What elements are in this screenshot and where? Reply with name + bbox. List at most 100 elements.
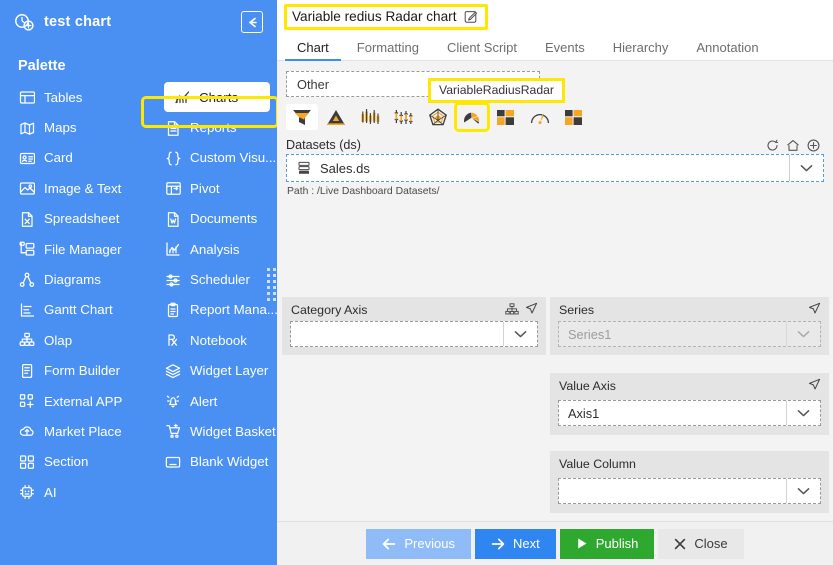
palette-item-gantt-chart[interactable]: Gantt Chart xyxy=(18,295,164,325)
tab-client-script[interactable]: Client Script xyxy=(447,40,517,60)
palette-item-section[interactable]: Section xyxy=(18,447,164,477)
cursor-arrow-icon[interactable] xyxy=(808,378,821,391)
value-axis-input[interactable]: Axis1 xyxy=(558,400,821,426)
series-dropdown-toggle[interactable] xyxy=(786,322,820,346)
collapse-sidebar-button[interactable] xyxy=(241,11,263,33)
value-axis-dropdown-toggle[interactable] xyxy=(786,401,820,425)
add-icon[interactable] xyxy=(807,139,820,152)
palette-item-market-place[interactable]: Market Place xyxy=(18,416,164,446)
tab-chart[interactable]: Chart xyxy=(285,40,341,61)
cursor-arrow-icon[interactable] xyxy=(525,302,538,315)
scheduler-icon xyxy=(164,271,181,288)
palette-item-label: External APP xyxy=(44,393,123,409)
edit-pencil-icon[interactable] xyxy=(464,10,478,24)
tilemap-chart-icon[interactable] xyxy=(558,104,590,130)
palette-item-maps[interactable]: Maps xyxy=(18,112,164,142)
chevron-down-icon xyxy=(797,330,810,337)
button-label: Previous xyxy=(404,536,455,551)
chevron-down-icon xyxy=(797,487,810,494)
radar-polygon-chart-icon[interactable] xyxy=(422,104,454,130)
chart-type-picker-row: Other VariableRadiusRadar xyxy=(286,69,828,103)
clipboard-icon xyxy=(164,301,181,318)
next-button[interactable]: Next xyxy=(474,528,556,559)
palette-item-label: Olap xyxy=(44,332,73,348)
gauge-chart-icon[interactable] xyxy=(524,104,556,130)
notebook-rx-icon xyxy=(164,332,181,349)
chart-title-text: Variable redius Radar chart xyxy=(292,9,457,24)
palette-item-card[interactable]: Card xyxy=(18,143,164,173)
refresh-icon[interactable] xyxy=(766,139,779,152)
publish-button[interactable]: Publish xyxy=(559,528,655,559)
hierarchy-icon[interactable] xyxy=(505,302,519,315)
palette-item-notebook[interactable]: Notebook xyxy=(164,325,284,355)
palette-item-report-mana[interactable]: Report Mana... xyxy=(164,295,284,325)
file-manager-icon xyxy=(18,241,35,258)
category-axis-dropdown-toggle[interactable] xyxy=(503,322,537,346)
palette-heading: Palette xyxy=(18,58,66,74)
palette-item-analysis[interactable]: Analysis xyxy=(164,234,284,264)
palette-item-custom-visu[interactable]: Custom Visu... xyxy=(164,143,284,173)
home-icon[interactable] xyxy=(786,139,800,152)
palette-item-olap[interactable]: Olap xyxy=(18,325,164,355)
funnel-chart-icon[interactable] xyxy=(286,104,318,130)
value-column-input[interactable] xyxy=(558,478,821,504)
external-app-icon xyxy=(18,393,35,410)
palette-item-label: Blank Widget xyxy=(190,454,269,470)
cursor-arrow-icon[interactable] xyxy=(808,302,821,315)
category-axis-input[interactable] xyxy=(290,321,538,347)
palette-item-label: Notebook xyxy=(190,332,247,348)
palette-item-widget-basket[interactable]: Widget Basket xyxy=(164,416,284,446)
app-window: test chart Palette Tables Charts Maps Repor… xyxy=(0,0,833,565)
dataset-select[interactable]: Sales.ds xyxy=(286,154,824,182)
palette-item-image-text[interactable]: Image & Text xyxy=(18,173,164,203)
previous-button[interactable]: Previous xyxy=(366,528,471,559)
palette-item-blank-widget[interactable]: Blank Widget xyxy=(164,447,284,477)
palette-item-charts[interactable]: Charts xyxy=(164,82,270,113)
palette-item-ai[interactable]: AI xyxy=(18,477,164,507)
palette-item-label: Analysis xyxy=(190,241,240,257)
sidebar-title: test chart xyxy=(44,14,112,30)
arrow-left-icon xyxy=(382,538,396,550)
diagram-icon xyxy=(18,271,35,288)
palette-item-label: Diagrams xyxy=(44,272,101,288)
palette-item-widget-layer[interactable]: Widget Layer xyxy=(164,356,284,386)
form-icon xyxy=(18,362,35,379)
palette-item-label: Alert xyxy=(190,393,218,409)
palette-item-scheduler[interactable]: Scheduler xyxy=(164,264,284,294)
dataset-dropdown-toggle[interactable] xyxy=(789,155,823,181)
braces-icon xyxy=(164,149,181,166)
chart-title-highlight[interactable]: Variable redius Radar chart xyxy=(284,4,489,30)
box-whisker-chart-icon[interactable] xyxy=(354,104,386,130)
hilo-chart-icon[interactable] xyxy=(388,104,420,130)
treemap-chart-icon[interactable] xyxy=(490,104,522,130)
cart-icon xyxy=(164,423,181,440)
tab-events[interactable]: Events xyxy=(545,40,585,60)
tab-annotation[interactable]: Annotation xyxy=(696,40,758,60)
palette-item-form-builder[interactable]: Form Builder xyxy=(18,356,164,386)
palette-item-diagrams[interactable]: Diagrams xyxy=(18,264,164,294)
palette-item-reports[interactable]: Reports xyxy=(164,112,284,142)
tab-hierarchy[interactable]: Hierarchy xyxy=(613,40,669,60)
sidebar-resize-grip[interactable] xyxy=(267,262,276,306)
gantt-icon xyxy=(18,301,35,318)
blank-widget-icon xyxy=(164,453,181,470)
series-input[interactable]: Series1 xyxy=(558,321,821,347)
button-label: Close xyxy=(694,536,728,551)
category-axis-actions xyxy=(505,302,538,315)
palette-item-file-manager[interactable]: File Manager xyxy=(18,234,164,264)
button-label: Publish xyxy=(595,536,639,551)
tab-formatting[interactable]: Formatting xyxy=(357,40,419,60)
palette-item-spreadsheet[interactable]: Spreadsheet xyxy=(18,204,164,234)
palette-item-external-app[interactable]: External APP xyxy=(18,386,164,416)
palette-item-tables[interactable]: Tables xyxy=(18,82,164,112)
palette-item-alert[interactable]: Alert xyxy=(164,386,284,416)
palette-item-pivot[interactable]: Pivot xyxy=(164,173,284,203)
palette-item-documents[interactable]: Documents xyxy=(164,204,284,234)
value-column-dropdown-toggle[interactable] xyxy=(786,479,820,503)
image-text-icon xyxy=(18,180,35,197)
close-button[interactable]: Close xyxy=(658,528,744,559)
variable-radius-radar-icon[interactable] xyxy=(454,102,490,132)
section-grid-icon xyxy=(18,453,35,470)
pyramid-chart-icon[interactable] xyxy=(320,104,352,130)
series-actions xyxy=(808,302,821,315)
